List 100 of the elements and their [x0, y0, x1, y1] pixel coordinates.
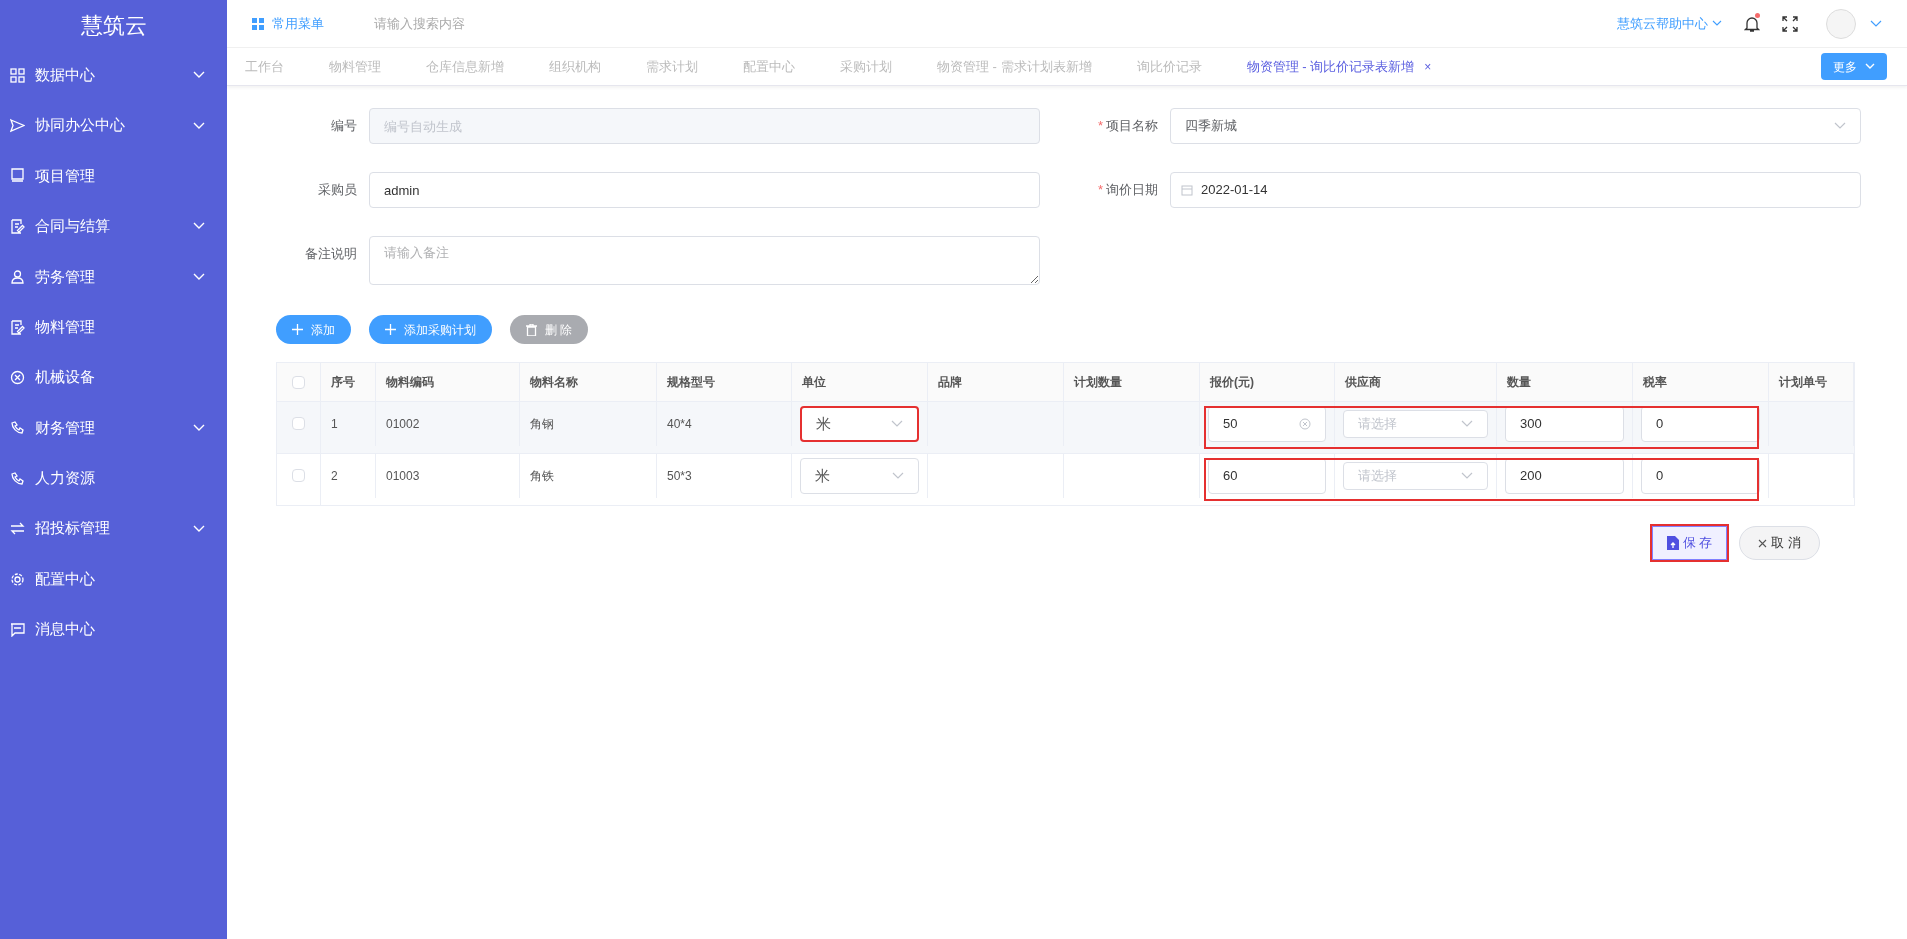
field-label: * 项目名称 — [1096, 117, 1159, 136]
field-label: 采购员 — [317, 181, 358, 200]
table-cell-text: 角铁 — [530, 467, 554, 485]
column-header: 规格型号 — [667, 374, 715, 391]
gear-icon — [10, 571, 25, 587]
table-cell-text: 1 — [331, 415, 338, 433]
sidebar-item[interactable]: 机械设备 — [0, 352, 227, 403]
notification-button[interactable] — [1744, 14, 1760, 33]
chevron-down-icon — [193, 71, 205, 80]
chevron-down-icon — [892, 471, 904, 480]
add-button[interactable]: 添加 — [276, 315, 351, 344]
plus-icon — [385, 324, 396, 335]
book-icon — [10, 168, 25, 184]
calendar-icon — [1181, 184, 1193, 196]
column-header: 品牌 — [938, 374, 962, 391]
column-header: 物料名称 — [530, 374, 578, 391]
select-all-checkbox[interactable] — [292, 375, 305, 389]
column-header: 供应商 — [1345, 374, 1381, 391]
tab[interactable]: 物资管理 - 询比价记录表新增 × — [1246, 56, 1432, 77]
quantity-field[interactable]: 300 — [1505, 405, 1624, 442]
phone-icon — [10, 420, 25, 436]
table-cell-text: 2 — [331, 467, 338, 485]
upload-file-icon — [1666, 536, 1679, 550]
help-center-link[interactable]: 慧筑云帮助中心 — [1617, 13, 1722, 34]
sidebar-item[interactable]: 消息中心 — [0, 604, 227, 655]
sidebar-item[interactable]: 数据中心 — [0, 50, 227, 101]
send-icon — [10, 118, 25, 134]
plus-icon — [292, 324, 303, 335]
search-field[interactable]: 请输入搜索内容 — [374, 13, 674, 34]
sidebar-item[interactable]: 物料管理 — [0, 301, 227, 353]
grid-icon — [10, 67, 25, 83]
unit-select[interactable]: 米 — [800, 457, 919, 494]
clear-icon[interactable] — [1299, 417, 1311, 430]
sidebar-item[interactable]: 财务管理 — [0, 402, 227, 454]
user-icon — [10, 269, 25, 285]
chevron-down-icon — [1461, 419, 1473, 428]
chevron-down-icon — [193, 524, 205, 533]
field-label: * 询价日期 — [1096, 181, 1159, 200]
chevron-down-icon — [193, 222, 205, 231]
cancel-button[interactable]: 取 消 — [1739, 526, 1820, 560]
grid-icon — [252, 17, 264, 30]
chevron-down-icon — [193, 272, 205, 281]
price-field[interactable]: 50 — [1208, 405, 1326, 442]
chat-icon — [10, 622, 25, 637]
more-button[interactable]: 更多 — [1821, 53, 1887, 80]
chevron-down-icon — [1834, 122, 1846, 130]
phone-icon — [10, 470, 25, 486]
sidebar-item[interactable]: 合同与结算 — [0, 201, 227, 252]
date-field[interactable]: 2022-01-14 — [1170, 172, 1861, 208]
add-button[interactable]: 添加采购计划 — [369, 315, 492, 344]
field-label: 备注说明 — [304, 245, 358, 263]
table-cell-text: 40*4 — [667, 415, 692, 433]
tax-rate-field[interactable]: 0 — [1641, 405, 1760, 442]
column-header: 数量 — [1507, 374, 1531, 391]
swap-arrows-icon — [10, 521, 25, 537]
field-label: 编号 — [330, 117, 358, 136]
avatar[interactable] — [1826, 8, 1856, 39]
sidebar-item[interactable]: 协同办公中心 — [0, 100, 227, 151]
app-logo-text: 慧筑云 — [79, 11, 148, 40]
circle-x-icon — [10, 370, 25, 386]
sidebar-item[interactable]: 招投标管理 — [0, 503, 227, 554]
table-cell-text: 01003 — [386, 467, 420, 485]
remark-field[interactable]: 请输入备注 — [369, 236, 1040, 285]
column-header: 物料编码 — [386, 374, 434, 391]
chevron-down-icon — [1712, 20, 1722, 27]
price-field[interactable]: 60 — [1208, 457, 1326, 494]
chevron-down-icon — [1461, 471, 1473, 480]
sidebar-item[interactable]: 人力资源 — [0, 453, 227, 504]
project-select[interactable]: 四季新城 — [1170, 108, 1861, 144]
column-header: 计划单号 — [1779, 374, 1827, 391]
buyer-field[interactable]: admin — [369, 172, 1040, 208]
chevron-down-icon[interactable] — [1870, 19, 1882, 28]
tax-rate-field[interactable]: 0 — [1641, 457, 1760, 494]
trash-icon — [526, 323, 537, 336]
sidebar-item[interactable]: 项目管理 — [0, 150, 227, 202]
sidebar-item[interactable]: 配置中心 — [0, 553, 227, 605]
bell-icon — [1744, 14, 1760, 33]
document-edit-icon — [10, 218, 25, 234]
column-header: 单位 — [802, 374, 826, 391]
document-edit-icon — [10, 319, 25, 335]
row-checkbox[interactable] — [292, 469, 305, 483]
row-checkbox[interactable] — [292, 417, 305, 431]
chevron-down-icon — [193, 423, 205, 432]
chevron-down-icon — [1865, 63, 1875, 70]
save-button[interactable]: 保 存 — [1651, 526, 1728, 560]
column-header: 序号 — [331, 374, 355, 391]
common-menu-button[interactable]: 常用菜单 — [252, 13, 324, 34]
close-icon — [1758, 538, 1768, 548]
table-cell-text: 01002 — [386, 415, 420, 433]
fullscreen-icon[interactable] — [1782, 15, 1798, 32]
close-icon[interactable]: × — [1424, 57, 1432, 76]
sidebar-item[interactable]: 劳务管理 — [0, 251, 227, 302]
table-cell-text: 50*3 — [667, 467, 692, 485]
unit-select[interactable]: 米 — [800, 405, 919, 442]
column-header: 税率 — [1643, 374, 1667, 391]
column-header: 报价(元) — [1210, 374, 1254, 391]
chevron-down-icon — [193, 121, 205, 130]
column-header: 计划数量 — [1074, 374, 1122, 391]
chevron-down-icon — [891, 419, 903, 428]
quantity-field[interactable]: 200 — [1505, 457, 1624, 494]
